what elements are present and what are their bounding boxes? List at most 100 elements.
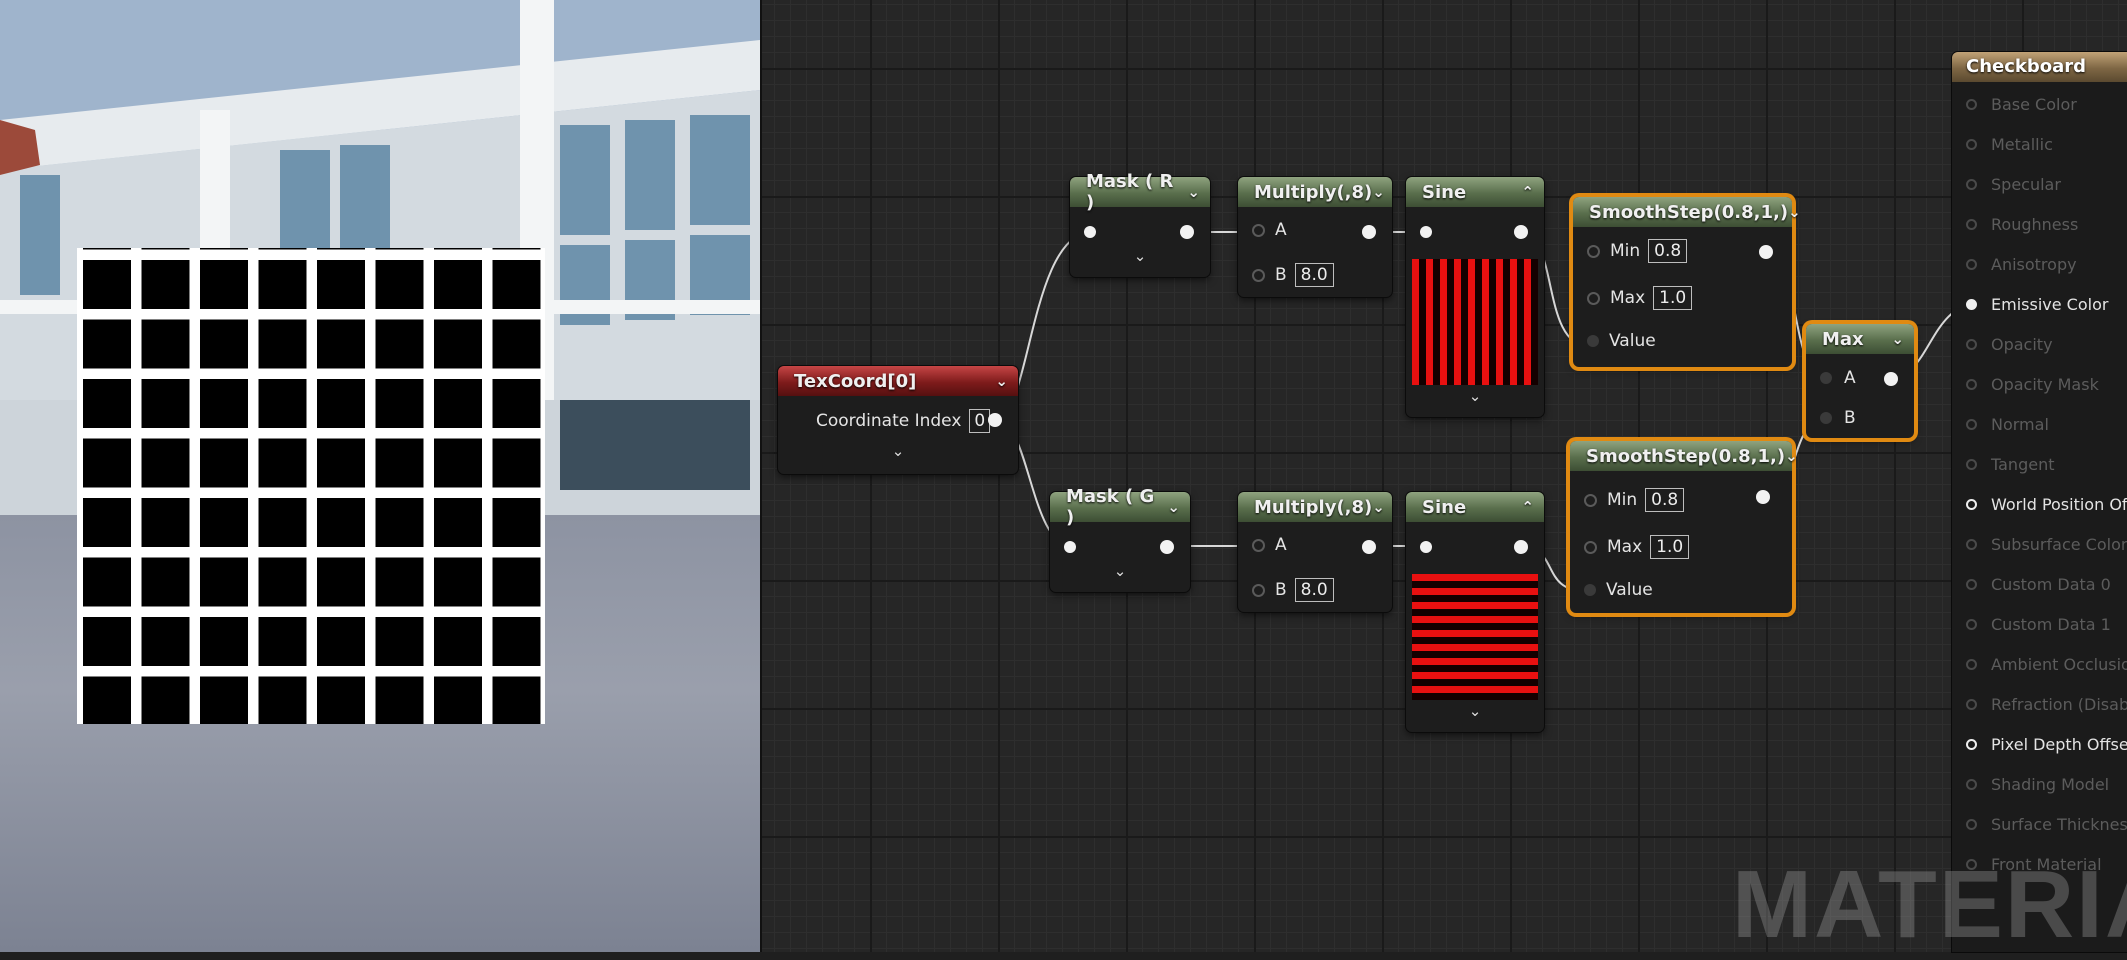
multiply-top-node-header[interactable]: Multiply(,8) ⌄	[1238, 177, 1392, 207]
smoothstep-bottom-node-header[interactable]: SmoothStep(0.8,1,) ⌄	[1570, 441, 1798, 471]
result-input-ambient-occlusion[interactable]: Ambient Occlusion	[1966, 655, 2127, 674]
result-input-custom-data-0[interactable]: Custom Data 0	[1966, 575, 2111, 594]
input-pin-icon[interactable]	[1966, 819, 1977, 830]
multiply-bottom-a-pin[interactable]	[1252, 538, 1265, 552]
input-pin-icon[interactable]	[1966, 259, 1977, 270]
result-input-emissive-color[interactable]: Emissive Color	[1966, 295, 2108, 314]
sine-bottom-output-pin[interactable]	[1514, 540, 1528, 554]
chevron-down-icon[interactable]: ⌄	[1372, 498, 1385, 516]
max-node[interactable]: Max ⌄ A B	[1806, 324, 1914, 438]
chevron-down-icon[interactable]: ⌄	[1372, 183, 1385, 201]
result-input-world-position-offset[interactable]: World Position Offset	[1966, 495, 2127, 514]
mask-r-input-pin[interactable]	[1084, 226, 1096, 238]
chevron-down-icon[interactable]: ⌄	[1187, 183, 1200, 201]
input-pin-icon[interactable]	[1966, 419, 1977, 430]
input-pin-icon[interactable]	[1966, 459, 1977, 470]
input-pin-icon[interactable]	[1966, 179, 1977, 190]
multiply-bottom-output-pin[interactable]	[1362, 540, 1376, 554]
multiply-bottom-b-field[interactable]: 8.0	[1294, 578, 1334, 602]
smoothstep-top-output-pin[interactable]	[1759, 245, 1773, 259]
multiply-bottom-b-pin[interactable]	[1252, 583, 1265, 597]
mask-r-output-pin[interactable]	[1180, 225, 1194, 239]
chevron-down-icon[interactable]: ⌄	[1891, 330, 1904, 348]
max-b-pin[interactable]	[1820, 412, 1832, 424]
mask-r-node[interactable]: Mask ( R ) ⌄ ⌄	[1070, 171, 1210, 277]
mask-r-node-header[interactable]: Mask ( R ) ⌄	[1070, 171, 1210, 213]
result-input-custom-data-1[interactable]: Custom Data 1	[1966, 615, 2111, 634]
input-pin-icon[interactable]	[1966, 539, 1977, 550]
smoothstep-top-node-header[interactable]: SmoothStep(0.8,1,) ⌄	[1573, 197, 1801, 227]
input-pin-icon[interactable]	[1966, 499, 1977, 510]
result-input-subsurface-color[interactable]: Subsurface Color	[1966, 535, 2127, 554]
smoothstep-bottom-min-pin[interactable]	[1584, 493, 1597, 507]
result-input-specular[interactable]: Specular	[1966, 175, 2061, 194]
smoothstep-top-min-pin[interactable]	[1587, 244, 1600, 258]
result-input-roughness[interactable]: Roughness	[1966, 215, 2078, 234]
multiply-top-b-pin[interactable]	[1252, 268, 1265, 282]
expand-chevron-icon[interactable]: ⌄	[1070, 247, 1210, 265]
smoothstep-top-min-field[interactable]: 0.8	[1648, 239, 1688, 263]
result-input-opacity[interactable]: Opacity	[1966, 335, 2053, 354]
material-preview-viewport[interactable]	[0, 0, 760, 952]
expand-chevron-icon[interactable]: ⌄	[1406, 387, 1544, 405]
input-pin-icon[interactable]	[1966, 659, 1977, 670]
smoothstep-bottom-max-pin[interactable]	[1584, 540, 1597, 554]
texcoord-node-header[interactable]: TexCoord[0] ⌄	[778, 366, 1018, 396]
texcoord-node[interactable]: TexCoord[0] ⌄ Coordinate Index 0 ⌄	[778, 366, 1018, 474]
expand-chevron-icon[interactable]: ⌄	[1050, 562, 1190, 580]
multiply-bottom-node-header[interactable]: Multiply(,8) ⌄	[1238, 492, 1392, 522]
result-input-opacity-mask[interactable]: Opacity Mask	[1966, 375, 2099, 394]
input-pin-icon[interactable]	[1966, 139, 1977, 150]
chevron-down-icon[interactable]: ⌄	[1788, 203, 1801, 221]
multiply-top-node[interactable]: Multiply(,8) ⌄ A B 8.0	[1238, 177, 1392, 297]
input-pin-icon[interactable]	[1966, 219, 1977, 230]
multiply-top-a-pin[interactable]	[1252, 223, 1265, 237]
mask-g-input-pin[interactable]	[1064, 541, 1076, 553]
max-output-pin[interactable]	[1884, 372, 1898, 386]
sine-top-node[interactable]: Sine ⌃ ⌄	[1406, 177, 1544, 417]
input-pin-icon[interactable]	[1966, 739, 1977, 750]
input-pin-icon[interactable]	[1966, 379, 1977, 390]
input-pin-icon[interactable]	[1966, 99, 1977, 110]
smoothstep-bottom-output-pin[interactable]	[1756, 490, 1770, 504]
smoothstep-top-value-pin[interactable]	[1587, 335, 1599, 347]
mask-g-output-pin[interactable]	[1160, 540, 1174, 554]
material-result-node[interactable]: Checkboard Base Color Metallic Specular …	[1952, 52, 2127, 952]
result-input-tangent[interactable]: Tangent	[1966, 455, 2054, 474]
mask-g-node-header[interactable]: Mask ( G ) ⌄	[1050, 486, 1190, 528]
smoothstep-top-max-pin[interactable]	[1587, 291, 1600, 305]
sine-bottom-node[interactable]: Sine ⌃ ⌄	[1406, 492, 1544, 732]
mask-g-node[interactable]: Mask ( G ) ⌄ ⌄	[1050, 486, 1190, 592]
multiply-top-output-pin[interactable]	[1362, 225, 1376, 239]
multiply-bottom-node[interactable]: Multiply(,8) ⌄ A B 8.0	[1238, 492, 1392, 612]
result-input-refraction[interactable]: Refraction (Disabled)	[1966, 695, 2127, 714]
smoothstep-bottom-min-field[interactable]: 0.8	[1645, 488, 1685, 512]
result-input-shading-model[interactable]: Shading Model	[1966, 775, 2109, 794]
max-node-header[interactable]: Max ⌄	[1806, 324, 1914, 354]
smoothstep-top-max-field[interactable]: 1.0	[1653, 286, 1693, 310]
result-input-surface-thickness[interactable]: Surface Thickness	[1966, 815, 2127, 834]
smoothstep-top-node[interactable]: SmoothStep(0.8,1,) ⌄ Min 0.8 Max 1.0 Val…	[1573, 197, 1801, 367]
input-pin-icon[interactable]	[1966, 699, 1977, 710]
sine-bottom-node-header[interactable]: Sine ⌃	[1406, 492, 1544, 522]
result-input-base-color[interactable]: Base Color	[1966, 95, 2077, 114]
material-graph-canvas[interactable]	[760, 0, 2127, 952]
result-input-normal[interactable]: Normal	[1966, 415, 2049, 434]
chevron-up-icon[interactable]: ⌃	[1521, 183, 1534, 201]
expand-chevron-icon[interactable]: ⌄	[778, 442, 1018, 460]
chevron-up-icon[interactable]: ⌃	[1521, 498, 1534, 516]
result-input-pixel-depth-offset[interactable]: Pixel Depth Offset	[1966, 735, 2127, 754]
smoothstep-bottom-value-pin[interactable]	[1584, 584, 1596, 596]
chevron-down-icon[interactable]: ⌄	[995, 372, 1008, 390]
chevron-down-icon[interactable]: ⌄	[1785, 447, 1798, 465]
max-a-pin[interactable]	[1820, 372, 1832, 384]
texcoord-output-pin[interactable]	[988, 413, 1002, 427]
result-input-anisotropy[interactable]: Anisotropy	[1966, 255, 2077, 274]
chevron-down-icon[interactable]: ⌄	[1167, 498, 1180, 516]
input-pin-icon[interactable]	[1966, 779, 1977, 790]
expand-chevron-icon[interactable]: ⌄	[1406, 702, 1544, 720]
sine-top-input-pin[interactable]	[1420, 226, 1432, 238]
sine-top-node-header[interactable]: Sine ⌃	[1406, 177, 1544, 207]
result-input-metallic[interactable]: Metallic	[1966, 135, 2053, 154]
input-pin-icon[interactable]	[1966, 579, 1977, 590]
